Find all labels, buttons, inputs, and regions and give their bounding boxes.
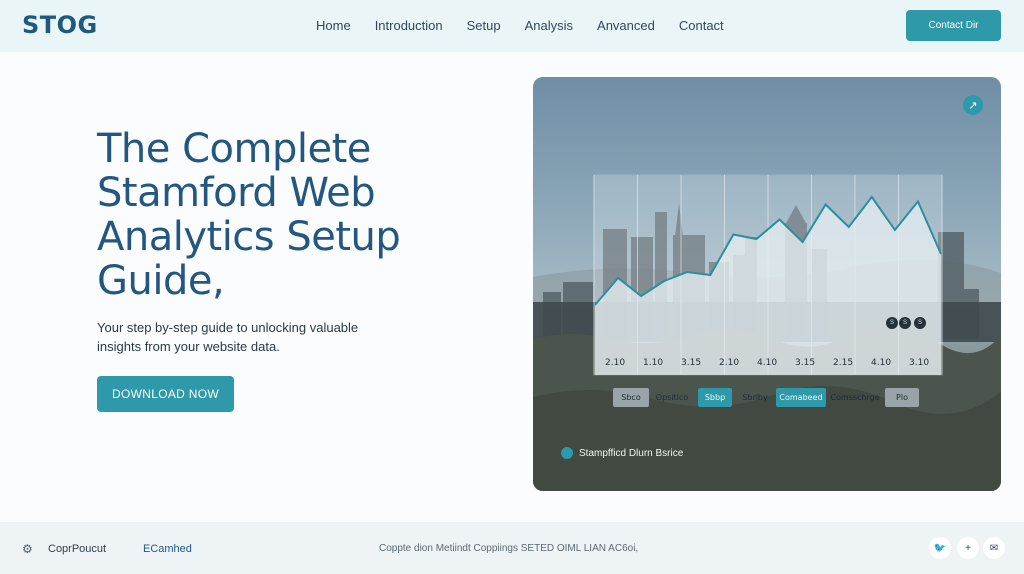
x-tick-label: 4.10 — [871, 358, 892, 368]
nav-advanced[interactable]: Anvanced — [597, 18, 655, 33]
x-tick-label: 3.10 — [909, 358, 930, 368]
page-title: The Complete Stamford Web Analytics Setu… — [97, 126, 401, 304]
filter-pill[interactable]: Plo — [885, 388, 919, 407]
x-tick-label: 2.10 — [605, 358, 626, 368]
nav-introduction[interactable]: Introduction — [375, 18, 443, 33]
nav-home[interactable]: Home — [316, 18, 351, 33]
nav-analysis[interactable]: Analysis — [525, 18, 573, 33]
plus-icon[interactable]: + — [957, 537, 979, 559]
legend-dot[interactable]: S — [899, 317, 911, 329]
header: STOG Home Introduction Setup Analysis An… — [0, 0, 1024, 52]
panel-caption: Stampfficd Dlurn Bsrice — [561, 447, 683, 459]
footer-product[interactable]: CoprPoucut — [48, 543, 106, 555]
arrow-icon[interactable]: ↗ — [963, 95, 983, 115]
footer-link[interactable]: ECamhed — [143, 543, 192, 555]
x-tick-label: 4.10 — [757, 358, 778, 368]
x-tick-label: 2.15 — [833, 358, 854, 368]
location-dot-icon — [561, 447, 573, 459]
product-icon: ⚙ — [22, 542, 33, 556]
nav-contact[interactable]: Contact — [679, 18, 724, 33]
legend-dot[interactable]: S — [914, 317, 926, 329]
filter-pill[interactable]: Sbrlby — [739, 388, 771, 407]
filter-pill[interactable]: Sbco — [613, 388, 649, 407]
filter-pill[interactable]: Sbbp — [698, 388, 732, 407]
hero-subtitle: Your step by-step guide to unlocking val… — [97, 320, 359, 354]
twitter-icon[interactable]: 🐦 — [929, 537, 951, 559]
hero-image-panel: ↗ 2.10 1.10 3.15 2.10 4.10 3.15 2.15 4.10 3.10 S… — [533, 77, 1001, 491]
mail-icon[interactable]: ✉ — [983, 537, 1005, 559]
filter-pill[interactable]: Opsitico — [654, 388, 690, 407]
footer: ⚙ CoprPoucut ECamhed Coppte dion Metiind… — [0, 522, 1024, 574]
x-tick-label: 1.10 — [643, 358, 664, 368]
x-tick-label: 3.15 — [681, 358, 702, 368]
x-tick-label: 3.15 — [795, 358, 816, 368]
contact-button[interactable]: Contact Dir — [906, 10, 1001, 41]
copyright-text: Coppte dion Metiindt Coppiings SETED OIM… — [379, 543, 639, 554]
logo[interactable]: STOG — [22, 11, 98, 39]
download-button[interactable]: DOWNLOAD NOW — [97, 376, 234, 412]
legend-dot[interactable]: S — [886, 317, 898, 329]
nav-setup[interactable]: Setup — [467, 18, 501, 33]
caption-text: Stampfficd Dlurn Bsrice — [579, 447, 684, 459]
x-tick-label: 2.10 — [719, 358, 740, 368]
filter-pill[interactable]: Comsschrge — [830, 388, 879, 407]
nav: Home Introduction Setup Analysis Anvance… — [316, 18, 748, 33]
city-skyline — [533, 174, 1001, 491]
filter-pill[interactable]: Comabeed — [776, 388, 826, 407]
